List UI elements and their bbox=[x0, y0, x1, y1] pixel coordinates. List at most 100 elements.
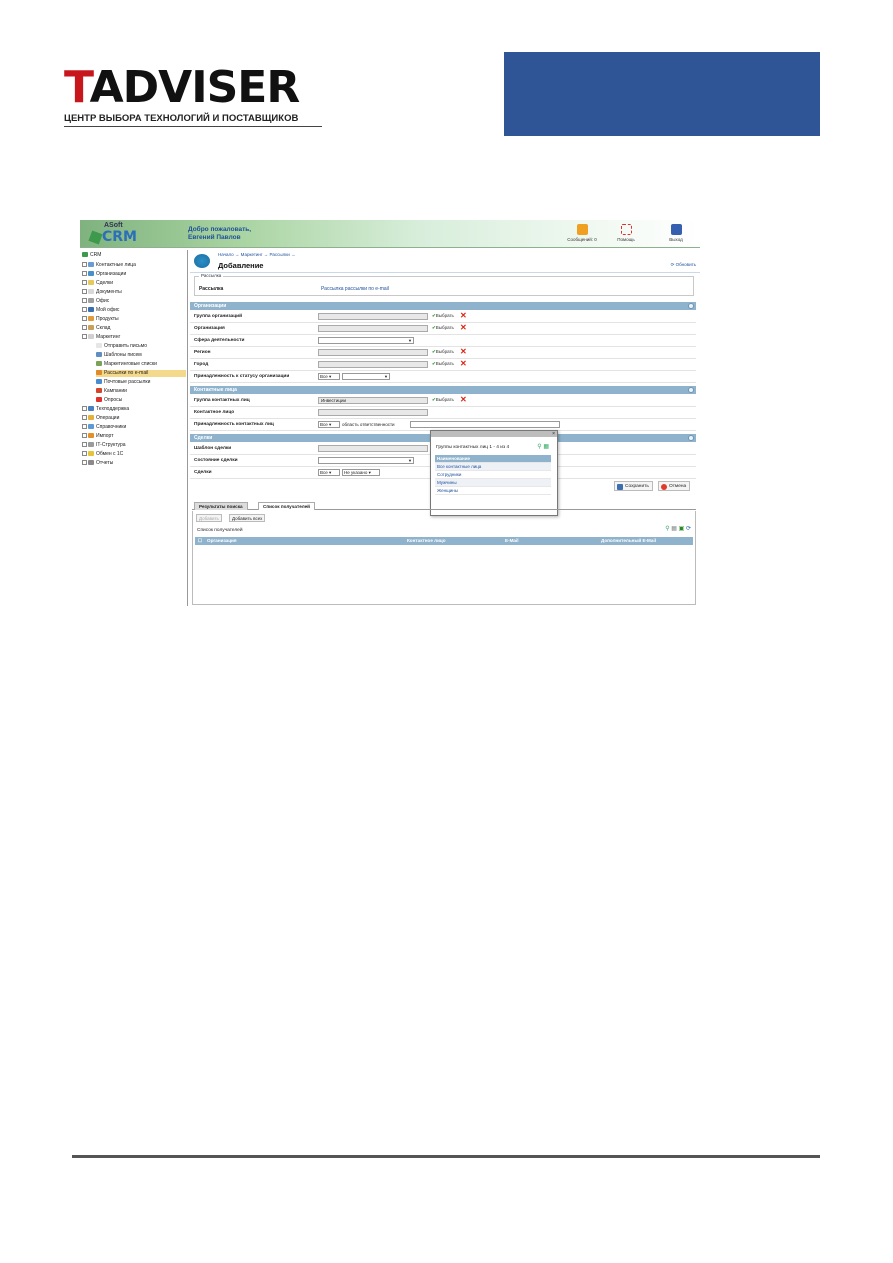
clear-icon[interactable]: ✕ bbox=[460, 323, 467, 332]
popup-column-header[interactable]: Наименование bbox=[435, 455, 551, 463]
expand-icon[interactable] bbox=[82, 406, 87, 412]
city-input[interactable] bbox=[318, 361, 428, 368]
select-all-checkbox[interactable]: ☐ bbox=[198, 537, 202, 545]
grid-icon[interactable]: ▦ bbox=[543, 444, 549, 450]
popup-item[interactable]: Мужчины bbox=[435, 479, 551, 487]
org-group-input[interactable] bbox=[318, 313, 428, 320]
save-button[interactable]: Сохранить bbox=[614, 481, 653, 491]
region-input[interactable] bbox=[318, 349, 428, 356]
tree-item-deals[interactable]: Сделки bbox=[82, 280, 113, 287]
welcome-line1: Добро пожаловать, bbox=[188, 226, 252, 233]
popup-item[interactable]: Женщины bbox=[435, 487, 551, 495]
org-status-select[interactable]: ▼ bbox=[342, 373, 390, 380]
deals-all-select[interactable]: Все ▾ bbox=[318, 469, 340, 476]
tree-item-warehouse[interactable]: Склад bbox=[82, 325, 110, 332]
pick-button[interactable]: ✔Выбрать bbox=[432, 397, 454, 403]
contact-status-all-select[interactable]: Все ▾ bbox=[318, 421, 340, 428]
tree-item-my-office[interactable]: Мой офис bbox=[82, 307, 119, 314]
close-icon[interactable]: × bbox=[552, 431, 555, 437]
expand-icon[interactable] bbox=[82, 298, 87, 304]
clear-icon[interactable]: ✕ bbox=[460, 395, 467, 404]
tree-item-reports[interactable]: Отчеты bbox=[82, 460, 113, 467]
tab-search-results[interactable]: Результаты поиска bbox=[194, 502, 248, 510]
column-organization[interactable]: Организация bbox=[207, 537, 237, 545]
tree-item-office[interactable]: Офис bbox=[82, 298, 109, 305]
column-email[interactable]: E-Mail bbox=[505, 537, 519, 545]
tree-item-documents[interactable]: Документы bbox=[82, 289, 122, 296]
tree-item-exchange[interactable]: Обмен с 1С bbox=[82, 451, 123, 458]
exit-button[interactable]: Выход bbox=[656, 224, 696, 242]
deal-template-input[interactable] bbox=[318, 445, 428, 452]
deals-closed-select[interactable]: Не указано ▾ bbox=[342, 469, 380, 476]
tree-item-polls[interactable]: Опросы bbox=[96, 397, 122, 404]
grid-icon[interactable]: ▦ bbox=[671, 526, 677, 532]
tree-item-marketing[interactable]: Маркетинг bbox=[82, 334, 120, 341]
expand-icon[interactable] bbox=[82, 316, 87, 322]
collapse-icon[interactable] bbox=[688, 435, 694, 441]
clear-icon[interactable]: ✕ bbox=[460, 359, 467, 368]
breadcrumb[interactable]: Начало → Маркетинг → Рассылки → bbox=[218, 252, 296, 257]
filter-icon[interactable]: ⚲ bbox=[665, 526, 669, 532]
expand-icon[interactable] bbox=[82, 451, 87, 457]
filter-icon[interactable]: ⚲ bbox=[537, 444, 541, 450]
column-extra-email[interactable]: Дополнительный E-Mail bbox=[601, 537, 656, 545]
pick-button[interactable]: ✔Выбрать bbox=[432, 349, 454, 355]
tree-item-contacts[interactable]: Контактные лица bbox=[82, 262, 136, 269]
tree-item-send-letter[interactable]: Отправить письмо bbox=[96, 343, 147, 350]
cancel-button[interactable]: Отмена bbox=[658, 481, 691, 491]
tree-item-email-mailings[interactable]: Рассылки по e-mail bbox=[96, 370, 186, 377]
tree-item-postal[interactable]: Почтовые рассылки bbox=[96, 379, 150, 386]
contact-group-input[interactable]: Инвестиции bbox=[318, 397, 428, 404]
tree-item-support[interactable]: Техподдержка bbox=[82, 406, 129, 413]
pick-button[interactable]: ✔Выбрать bbox=[432, 313, 454, 319]
clear-icon[interactable]: ✕ bbox=[460, 347, 467, 356]
tree-item-templates[interactable]: Шаблоны писем bbox=[96, 352, 142, 359]
pick-button[interactable]: ✔Выбрать bbox=[432, 325, 454, 331]
refresh-button[interactable]: ⟳ Обновить bbox=[671, 262, 696, 268]
column-contact[interactable]: Контактное лицо bbox=[407, 537, 446, 545]
tree-item-organizations[interactable]: Организации bbox=[82, 271, 126, 278]
deal-state-select[interactable]: ▼ bbox=[318, 457, 414, 464]
expand-icon[interactable] bbox=[82, 415, 87, 421]
collapse-icon[interactable] bbox=[82, 334, 87, 340]
tree-item-lists[interactable]: Маркетинговые списки bbox=[96, 361, 157, 368]
clear-icon[interactable]: ✕ bbox=[460, 311, 467, 320]
collapse-icon[interactable] bbox=[688, 387, 694, 393]
tree-item-products[interactable]: Продукты bbox=[82, 316, 119, 323]
expand-icon[interactable] bbox=[82, 325, 87, 331]
expand-icon[interactable] bbox=[82, 424, 87, 430]
excel-icon[interactable]: ▣ bbox=[679, 526, 685, 532]
tree-item-directories[interactable]: Справочники bbox=[82, 424, 126, 431]
expand-icon[interactable] bbox=[82, 280, 87, 286]
tree-item-operations[interactable]: Операции bbox=[82, 415, 119, 422]
tree-item-import[interactable]: Импорт bbox=[82, 433, 113, 440]
messages-button[interactable]: Сообщений: 0 bbox=[562, 224, 602, 242]
add-button[interactable]: Добавить bbox=[196, 514, 222, 522]
organization-input[interactable] bbox=[318, 325, 428, 332]
pick-button[interactable]: ✔Выбрать bbox=[432, 361, 454, 367]
section-organizations[interactable]: Организации bbox=[190, 302, 696, 310]
expand-icon[interactable] bbox=[82, 460, 87, 466]
sphere-select[interactable]: ▼ bbox=[318, 337, 414, 344]
expand-icon[interactable] bbox=[82, 433, 87, 439]
org-status-all-select[interactable]: Все ▾ bbox=[318, 373, 340, 380]
tree-item-crm[interactable]: CRM bbox=[82, 252, 101, 259]
popup-item[interactable]: Все контактные лица bbox=[435, 463, 551, 471]
expand-icon[interactable] bbox=[82, 262, 87, 268]
popup-item[interactable]: Сотрудники bbox=[435, 471, 551, 479]
expand-icon[interactable] bbox=[82, 307, 87, 313]
tree-item-campaigns[interactable]: Кампании bbox=[96, 388, 127, 395]
expand-icon[interactable] bbox=[82, 289, 87, 295]
expand-icon[interactable] bbox=[82, 271, 87, 277]
mailing-value[interactable]: Рассылка рассылки по e-mail bbox=[321, 286, 389, 292]
responsibility-select[interactable] bbox=[410, 421, 560, 428]
help-button[interactable]: Помощь bbox=[606, 224, 646, 242]
tree-item-it-structure[interactable]: IT-Структура bbox=[82, 442, 126, 449]
refresh-icon[interactable]: ⟳ bbox=[686, 526, 691, 532]
contact-input[interactable] bbox=[318, 409, 428, 416]
collapse-icon[interactable] bbox=[688, 303, 694, 309]
expand-icon[interactable] bbox=[82, 442, 87, 448]
add-all-button[interactable]: Добавить всех bbox=[229, 514, 266, 522]
tab-recipients[interactable]: Список получателей bbox=[258, 502, 315, 510]
section-contacts[interactable]: Контактные лица bbox=[190, 386, 696, 394]
